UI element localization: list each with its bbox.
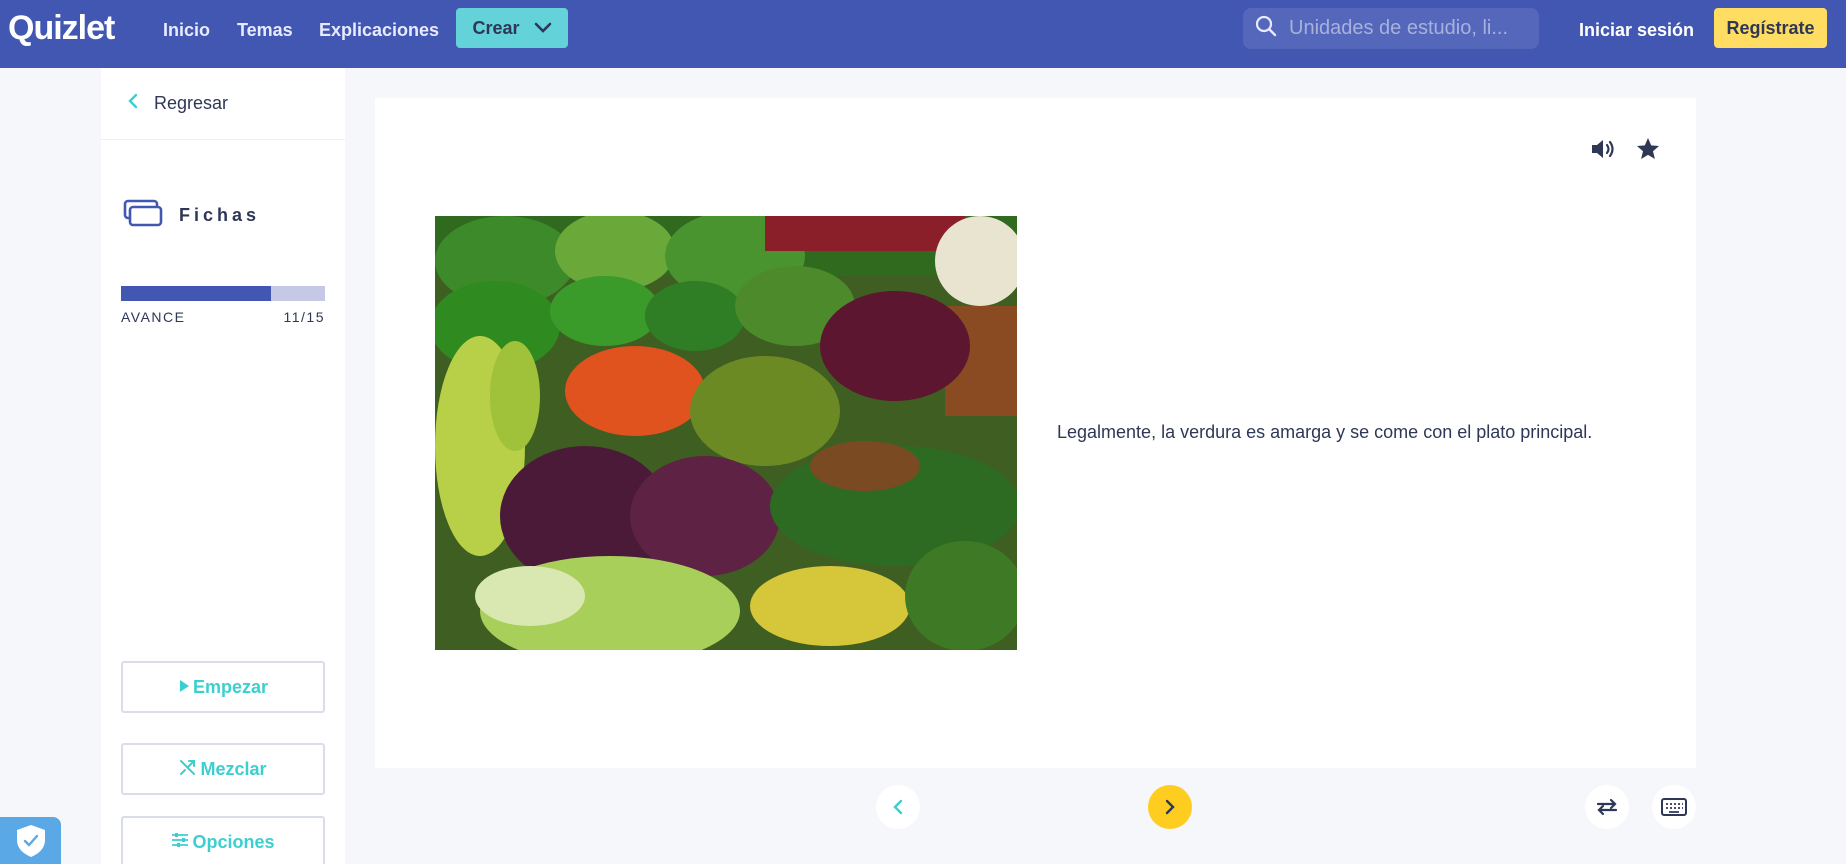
start-button[interactable]: Empezar bbox=[121, 661, 325, 713]
flashcard[interactable]: Legalmente, la verdura es amarga y se co… bbox=[375, 98, 1696, 768]
privacy-shield-icon[interactable] bbox=[0, 817, 61, 864]
star-icon[interactable] bbox=[1633, 134, 1663, 164]
previous-card-button[interactable] bbox=[876, 785, 920, 829]
progress-fill bbox=[121, 286, 271, 301]
shuffle-label: Mezclar bbox=[200, 758, 267, 779]
study-sidebar: Regresar Fichas AVANCE 11/15 Empezar Mez… bbox=[101, 68, 345, 864]
search-input[interactable] bbox=[1289, 17, 1519, 40]
keyboard-icon[interactable] bbox=[1652, 785, 1696, 829]
speaker-icon[interactable] bbox=[1588, 134, 1618, 164]
vegetables-photo bbox=[435, 216, 1017, 650]
progress-text: AVANCE 11/15 bbox=[121, 309, 325, 325]
next-card-button[interactable] bbox=[1148, 785, 1192, 829]
nav-explicaciones[interactable]: Explicaciones bbox=[319, 20, 439, 41]
options-button[interactable]: Opciones bbox=[121, 816, 325, 864]
search-box[interactable] bbox=[1243, 8, 1539, 49]
shuffle-icon bbox=[179, 758, 197, 781]
chevron-down-icon bbox=[534, 18, 552, 39]
login-link[interactable]: Iniciar sesión bbox=[1579, 20, 1694, 41]
flashcards-icon bbox=[123, 198, 163, 233]
signup-button[interactable]: Regístrate bbox=[1714, 8, 1827, 48]
back-button[interactable]: Regresar bbox=[101, 68, 345, 140]
shuffle-button[interactable]: Mezclar bbox=[121, 743, 325, 795]
create-label: Crear bbox=[472, 17, 520, 38]
mode-label: Fichas bbox=[179, 205, 261, 225]
search-icon bbox=[1255, 15, 1277, 42]
swap-icon[interactable] bbox=[1585, 785, 1629, 829]
create-button[interactable]: Crear bbox=[456, 8, 568, 48]
nav-inicio[interactable]: Inicio bbox=[163, 20, 210, 41]
options-label: Opciones bbox=[192, 831, 275, 852]
card-definition: Legalmente, la verdura es amarga y se co… bbox=[1057, 422, 1593, 442]
start-label: Empezar bbox=[192, 676, 269, 697]
progress-count: 11/15 bbox=[283, 309, 325, 325]
nav-temas[interactable]: Temas bbox=[237, 20, 293, 41]
progress-label: AVANCE bbox=[121, 309, 186, 325]
back-label: Regresar bbox=[154, 93, 229, 113]
top-navbar: Quizlet Inicio Temas Explicaciones Crear… bbox=[0, 0, 1846, 68]
quizlet-logo[interactable]: Quizlet bbox=[8, 9, 115, 48]
sliders-icon bbox=[171, 832, 189, 853]
chevron-left-icon bbox=[128, 93, 138, 114]
play-icon bbox=[178, 677, 190, 698]
progress-bar bbox=[121, 286, 325, 301]
study-mode: Fichas bbox=[123, 198, 260, 233]
